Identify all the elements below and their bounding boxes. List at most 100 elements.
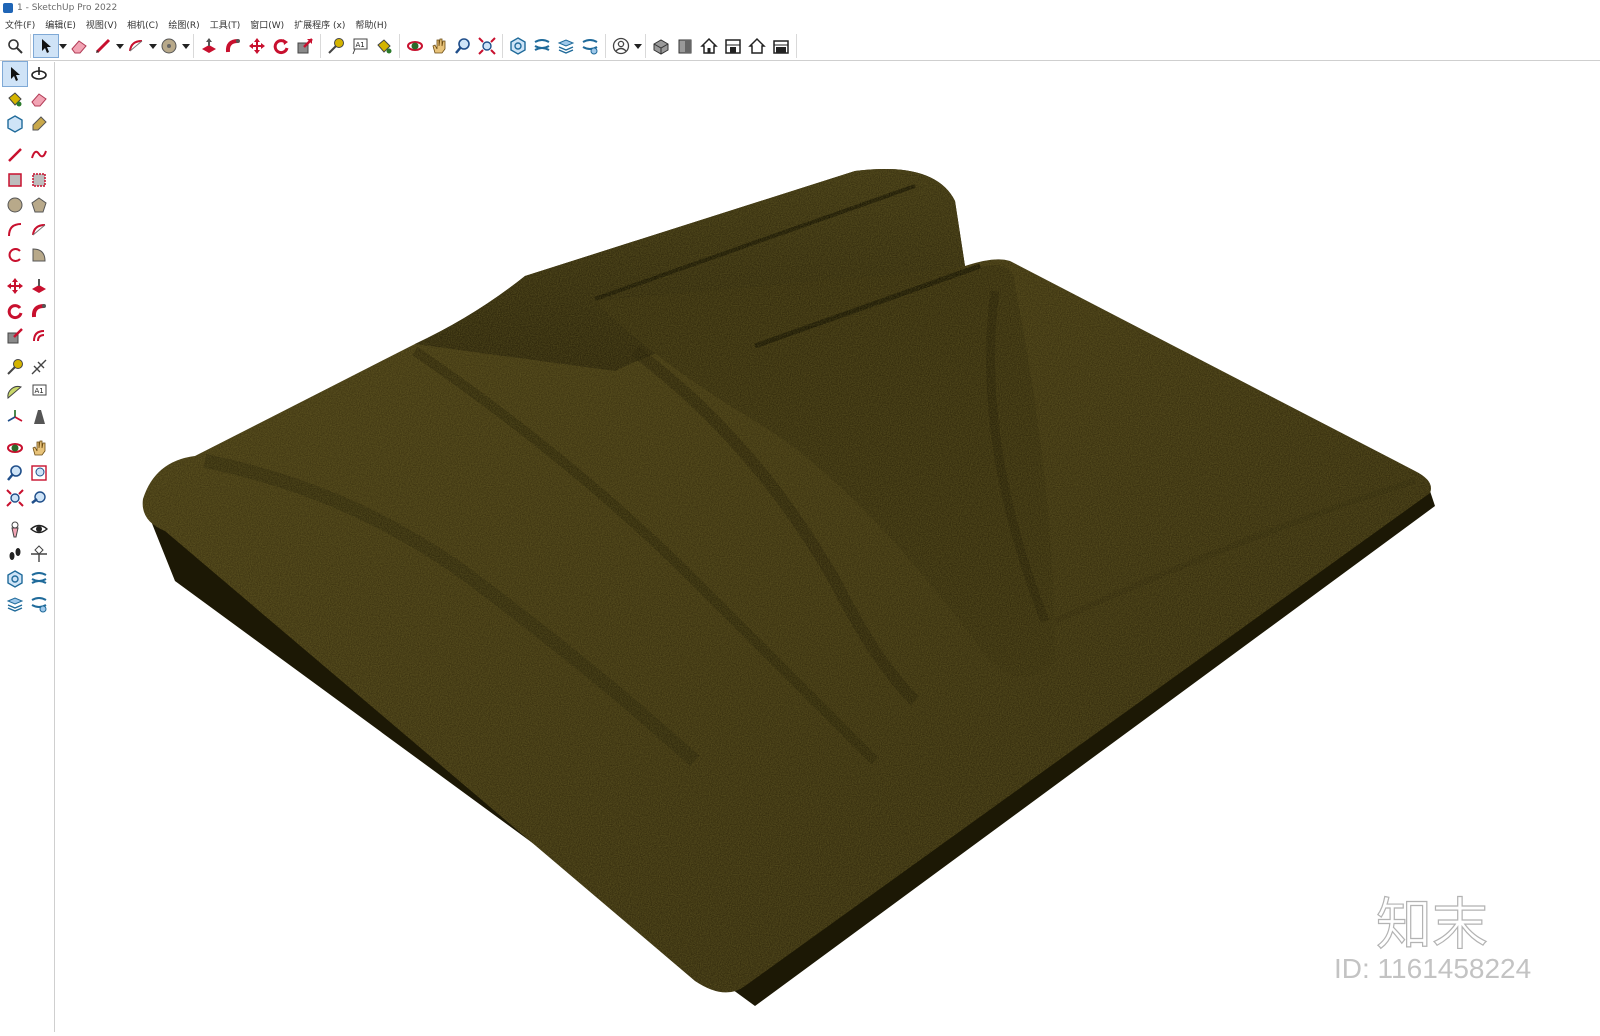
side-eraser-icon[interactable] — [27, 87, 51, 111]
side-rotate-icon[interactable] — [3, 299, 27, 323]
layers-icon[interactable] — [554, 35, 578, 57]
section-icon[interactable] — [530, 35, 554, 57]
zoom-icon[interactable] — [451, 35, 475, 57]
text-icon[interactable]: A1 — [348, 35, 372, 57]
side-scenes-panel-icon[interactable] — [27, 592, 51, 616]
pencil-dropdown-arrow-icon[interactable] — [115, 35, 124, 57]
side-push-pull-icon[interactable] — [27, 274, 51, 298]
pan-icon[interactable] — [427, 35, 451, 57]
fabric-model — [142, 169, 1435, 1006]
menu-tools[interactable]: 工具(T) — [205, 18, 246, 31]
side-zoom-window-icon[interactable] — [27, 461, 51, 485]
pencil-icon[interactable] — [91, 35, 115, 57]
menu-help[interactable]: 帮助(H) — [350, 18, 392, 31]
select-icon[interactable] — [33, 34, 59, 58]
menu-view[interactable]: 视图(V) — [81, 18, 122, 31]
side-pan-icon[interactable] — [27, 436, 51, 460]
zoom-extents-icon[interactable] — [475, 35, 499, 57]
side-3d-text-icon[interactable] — [27, 405, 51, 429]
circle-dropdown-arrow-icon[interactable] — [181, 35, 190, 57]
side-rectangle-icon[interactable] — [3, 168, 27, 192]
right-view-icon[interactable] — [721, 35, 745, 57]
svg-text:A1: A1 — [356, 41, 365, 49]
side-styles-panel-icon[interactable] — [27, 567, 51, 591]
orbit-icon[interactable] — [403, 35, 427, 57]
menu-camera[interactable]: 相机(C) — [122, 18, 163, 31]
side-layers-panel-icon[interactable] — [3, 592, 27, 616]
model-viewport[interactable] — [55, 61, 1600, 1032]
arc-icon[interactable] — [124, 35, 148, 57]
watermark-logo: 知末 — [1375, 892, 1488, 958]
eraser-icon[interactable] — [67, 35, 91, 57]
select-dropdown-arrow-icon[interactable] — [58, 35, 67, 57]
side-follow-me-icon[interactable] — [27, 299, 51, 323]
title-bar: 1 - SketchUp Pro 2022 — [0, 0, 1600, 16]
side-paint-bucket-icon[interactable] — [3, 87, 27, 111]
left-toolbar: A1 — [0, 61, 55, 1032]
arc-dropdown-arrow-icon[interactable] — [148, 35, 157, 57]
toolbar-group-search — [0, 34, 31, 58]
toolbar-group-panels — [503, 34, 606, 58]
menu-file[interactable]: 文件(F) — [0, 18, 40, 31]
left-view-icon[interactable] — [745, 35, 769, 57]
search-icon[interactable] — [3, 35, 27, 57]
menu-extensions[interactable]: 扩展程序 (x) — [289, 18, 350, 31]
svg-text:A1: A1 — [35, 387, 44, 395]
scale-icon[interactable] — [293, 35, 317, 57]
side-scale-icon[interactable] — [3, 324, 27, 348]
account-icon[interactable] — [609, 35, 633, 57]
side-zoom-extents-icon[interactable] — [3, 486, 27, 510]
side-axes-icon[interactable] — [3, 405, 27, 429]
side-two-point-arc-icon[interactable] — [27, 218, 51, 242]
side-dimension-icon[interactable] — [27, 355, 51, 379]
side-section-plane-icon[interactable] — [27, 542, 51, 566]
side-pie-icon[interactable] — [27, 243, 51, 267]
paint-bucket-icon[interactable] — [372, 35, 396, 57]
side-component-icon[interactable] — [3, 112, 27, 136]
side-row — [3, 517, 54, 542]
side-row — [3, 168, 54, 193]
side-components-panel-icon[interactable] — [3, 567, 27, 591]
side-move-icon[interactable] — [3, 274, 27, 298]
menu-draw[interactable]: 绘图(R) — [163, 18, 204, 31]
side-text-icon[interactable]: A1 — [27, 380, 51, 404]
push-pull-icon[interactable] — [197, 35, 221, 57]
side-circle-icon[interactable] — [3, 193, 27, 217]
circle-icon[interactable] — [157, 35, 181, 57]
iso-view-icon[interactable] — [649, 35, 673, 57]
side-position-camera-icon[interactable] — [3, 517, 27, 541]
side-protractor-icon[interactable] — [3, 380, 27, 404]
side-tape-measure-icon[interactable] — [3, 355, 27, 379]
component-icon[interactable] — [506, 35, 530, 57]
follow-me-icon[interactable] — [221, 35, 245, 57]
front-view-icon[interactable] — [673, 35, 697, 57]
top-view-icon[interactable] — [697, 35, 721, 57]
side-select-icon[interactable] — [2, 61, 28, 87]
side-freehand-icon[interactable] — [27, 143, 51, 167]
side-look-around-icon[interactable] — [27, 517, 51, 541]
side-zoom-icon[interactable] — [3, 461, 27, 485]
side-rotated-rectangle-icon[interactable] — [27, 168, 51, 192]
styles-icon[interactable] — [578, 35, 602, 57]
menu-edit[interactable]: 编辑(E) — [40, 18, 81, 31]
back-view-icon[interactable] — [769, 35, 793, 57]
menu-bar: 文件(F) 编辑(E) 视图(V) 相机(C) 绘图(R) 工具(T) 窗口(W… — [0, 16, 1600, 32]
side-orbit-icon[interactable] — [27, 62, 51, 86]
side-offset-icon[interactable] — [27, 324, 51, 348]
account-dropdown-arrow-icon[interactable] — [633, 35, 642, 57]
side-three-point-arc-icon[interactable] — [3, 243, 27, 267]
side-previous-view-icon[interactable] — [27, 486, 51, 510]
watermark-id: ID: 1161458224 — [1334, 953, 1532, 984]
side-walk-icon[interactable] — [3, 542, 27, 566]
side-orbit-tool-icon[interactable] — [3, 436, 27, 460]
side-line-icon[interactable] — [3, 143, 27, 167]
menu-window[interactable]: 窗口(W) — [245, 18, 289, 31]
side-arc-icon[interactable] — [3, 218, 27, 242]
side-polygon-icon[interactable] — [27, 193, 51, 217]
side-tag-icon[interactable] — [27, 112, 51, 136]
side-row — [3, 87, 54, 112]
move-icon[interactable] — [245, 35, 269, 57]
rotate-icon[interactable] — [269, 35, 293, 57]
side-row — [3, 193, 54, 218]
tape-measure-icon[interactable] — [324, 35, 348, 57]
